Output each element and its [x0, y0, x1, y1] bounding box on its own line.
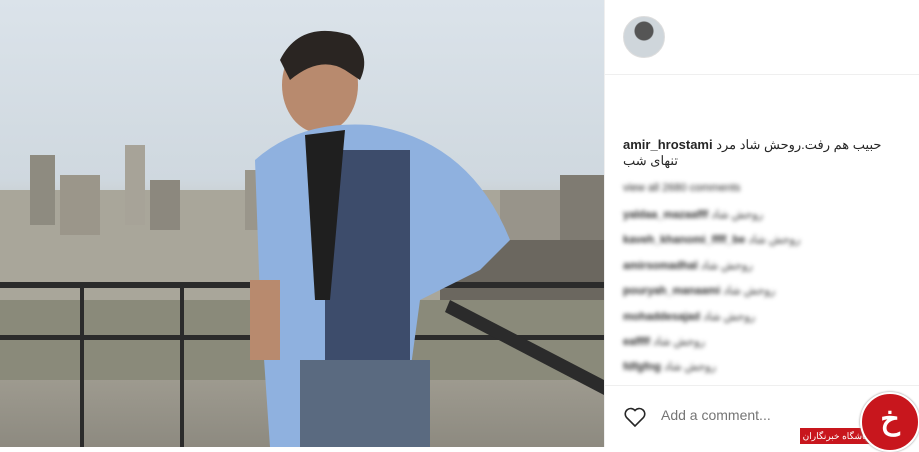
- comment-user[interactable]: fdfgfng: [623, 361, 661, 373]
- comment-text: روحش شاد: [663, 361, 716, 373]
- watermark-logo: خ: [860, 392, 919, 452]
- post-header: [605, 0, 919, 75]
- add-comment-input[interactable]: [659, 406, 823, 424]
- comment-user[interactable]: mohaddesajad: [623, 311, 700, 323]
- caption-username[interactable]: amir_hrostami: [623, 137, 713, 152]
- caption-text: حبیب هم رفت.روحش شاد مرد: [716, 137, 882, 152]
- comment-text: روحش شاد: [711, 209, 764, 221]
- comment-item: mohaddesajad روحش شاد: [623, 310, 755, 323]
- caption-text-line2: تنهای شب: [623, 153, 678, 168]
- photo-illustration: [0, 30, 604, 447]
- comment-item: eaffff روحش شاد: [623, 335, 705, 348]
- comment-text: روحش شاد: [652, 336, 705, 348]
- comment-item: amirsomadhal روحش شاد: [623, 259, 753, 272]
- heart-icon[interactable]: [623, 405, 647, 429]
- avatar[interactable]: [623, 16, 665, 58]
- watermark-text: باشگاه خبرنگاران: [800, 428, 870, 444]
- post-caption: amir_hrostami حبیب هم رفت.روحش شاد مرد ت…: [623, 137, 893, 169]
- comment-user[interactable]: pouryah_manaami: [623, 285, 720, 297]
- view-all-comments[interactable]: view all 2680 comments: [623, 182, 740, 194]
- comment-text: روحش شاد: [748, 234, 801, 246]
- comment-item: fdfgfng روحش شاد: [623, 360, 716, 373]
- comment-user[interactable]: kaveh_khanomi_ffff_be: [623, 234, 745, 246]
- watermark-logo-glyph: خ: [880, 403, 900, 436]
- comment-user[interactable]: yaldaa_mazaafff: [623, 209, 708, 221]
- comment-text: روحش شاد: [723, 285, 776, 297]
- comment-user: view all 2680 comments: [623, 182, 741, 194]
- post-photo: [0, 0, 604, 447]
- post-side-panel: amir_hrostami حبیب هم رفت.روحش شاد مرد ت…: [604, 0, 919, 447]
- comment-item: yaldaa_mazaafff روحش شاد: [623, 208, 763, 221]
- comment-text: روحش شاد: [700, 260, 753, 272]
- comment-text: روحش شاد: [703, 311, 756, 323]
- comment-item: pouryah_manaami روحش شاد: [623, 284, 775, 297]
- comment-user[interactable]: amirsomadhal: [623, 260, 698, 272]
- comment-user[interactable]: eaffff: [623, 336, 650, 348]
- comment-item: kaveh_khanomi_ffff_be روحش شاد: [623, 233, 800, 246]
